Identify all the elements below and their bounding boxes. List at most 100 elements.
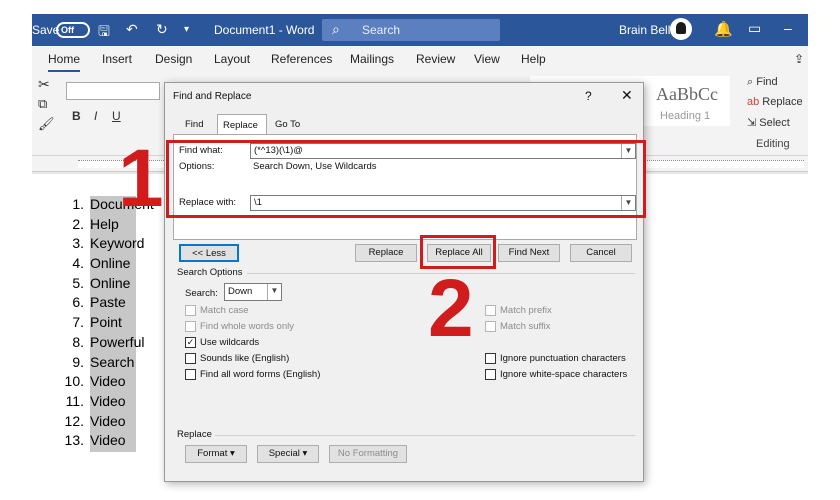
list-item[interactable]: 9. Search	[62, 353, 136, 374]
select-button[interactable]: ⇲ Select	[747, 116, 790, 129]
underline-button[interactable]: U	[112, 109, 121, 123]
tab-mailings[interactable]: Mailings	[350, 52, 394, 66]
search-direction-select[interactable]: Down ▼	[224, 283, 282, 301]
ribbon-tabs: Home Insert Design Layout References Mai…	[32, 46, 808, 73]
chevron-down-icon[interactable]: ▼	[267, 284, 281, 300]
list-item-number: 8.	[72, 333, 84, 350]
checkbox-match-suffix: Match suffix	[485, 321, 551, 332]
redo-icon[interactable]: ↻	[156, 21, 168, 38]
customize-qat-icon[interactable]: ▾	[184, 24, 189, 35]
undo-icon[interactable]: ↶	[126, 21, 138, 38]
find-replace-fields-highlight	[166, 140, 646, 218]
tab-home[interactable]: Home	[48, 52, 81, 73]
format-painter-icon[interactable]: 🖌	[38, 116, 55, 132]
list-item[interactable]: 13. Video	[62, 432, 136, 452]
checkmark-icon: ✓	[185, 337, 196, 348]
share-icon[interactable]: ⇪	[794, 52, 804, 66]
tab-goto[interactable]: Go To	[275, 119, 300, 130]
checkbox-ignore-white-space-characters[interactable]: Ignore white-space characters	[485, 369, 627, 380]
select-label: Select	[759, 117, 790, 129]
checkbox-label: Match case	[200, 305, 249, 316]
list-item[interactable]: 11. Video	[62, 392, 136, 413]
tab-find[interactable]: Find	[185, 119, 203, 130]
format-button[interactable]: Format ▾	[185, 445, 247, 463]
list-item-number: 5.	[72, 274, 84, 291]
copy-icon[interactable]: ⧉	[38, 96, 47, 112]
tab-insert[interactable]: Insert	[102, 52, 132, 66]
list-item[interactable]: 4. Online	[62, 255, 136, 275]
checkbox-box	[185, 305, 196, 316]
find-icon: ⌕	[747, 76, 757, 88]
list-item-number: 13.	[64, 432, 84, 449]
avatar[interactable]	[670, 18, 692, 40]
list-item[interactable]: 3. Keyword	[62, 235, 144, 256]
list-item-number: 12.	[64, 412, 84, 429]
cut-icon[interactable]: ✂	[38, 76, 50, 93]
save-icon[interactable]: 🖫	[98, 21, 110, 45]
minimize-icon[interactable]: –	[784, 20, 792, 36]
list-item-text: Video	[90, 432, 136, 452]
checkbox-ignore-punctuation-characters[interactable]: Ignore punctuation characters	[485, 353, 626, 364]
replace-button[interactable]: Replace	[355, 244, 417, 262]
list-item[interactable]: 12. Video	[62, 412, 136, 433]
list-item-text: Search	[90, 353, 136, 374]
italic-button[interactable]: I	[94, 109, 97, 123]
replace-icon: ab	[747, 96, 763, 108]
close-icon[interactable]: ✕	[621, 87, 633, 104]
divider	[215, 435, 635, 436]
tab-review[interactable]: Review	[416, 52, 455, 66]
bell-icon[interactable]: 🔔	[714, 20, 733, 38]
find-button[interactable]: ⌕ Find	[747, 76, 778, 89]
list-item[interactable]: 10. Video	[62, 373, 136, 393]
list-item[interactable]: 8. Powerful	[62, 333, 144, 354]
checkbox-sounds-like-english[interactable]: Sounds like (English)	[185, 353, 289, 364]
ribbon-display-icon[interactable]: ▭	[748, 20, 761, 37]
style-name[interactable]: Heading 1	[660, 110, 710, 122]
search-direction-value: Down	[228, 286, 253, 297]
list-item[interactable]: 6. Paste	[62, 294, 136, 315]
autosave-toggle[interactable]: Off	[56, 22, 90, 38]
style-preview[interactable]: AaBbCc	[656, 84, 718, 105]
list-item-number: 10.	[64, 373, 84, 390]
find-next-button[interactable]: Find Next	[498, 244, 560, 262]
less-button[interactable]: << Less	[179, 244, 239, 262]
tab-replace[interactable]: Replace	[217, 114, 267, 135]
search-options-label: Search Options	[177, 267, 243, 278]
numbered-list: 1. Document 2. Help 3. Keyword 4. Online 5. Onlin…	[62, 196, 154, 452]
list-item[interactable]: 5. Online	[62, 274, 136, 295]
find-label: Find	[756, 76, 778, 88]
checkbox-box	[485, 305, 496, 316]
list-item-text: Online	[90, 255, 136, 275]
search-box[interactable]: ⌕ Search	[322, 19, 500, 41]
help-button[interactable]: ?	[585, 89, 592, 103]
list-item-text: Video	[90, 373, 136, 393]
cancel-button[interactable]: Cancel	[570, 244, 632, 262]
replace-button[interactable]: ab Replace	[747, 96, 803, 108]
list-item[interactable]: 7. Point	[62, 314, 136, 334]
checkbox-label: Match suffix	[500, 321, 551, 332]
list-item-number: 11.	[65, 392, 84, 409]
checkbox-label: Ignore punctuation characters	[500, 353, 626, 364]
checkbox-find-all-word-forms-english[interactable]: Find all word forms (English)	[185, 369, 320, 380]
font-name-box[interactable]	[66, 82, 160, 100]
tab-view[interactable]: View	[474, 52, 500, 66]
bold-button[interactable]: B	[72, 109, 81, 123]
search-direction-label: Search:	[185, 288, 218, 299]
user-name[interactable]: Brain Bell	[619, 23, 670, 37]
no-formatting-button: No Formatting	[329, 445, 407, 463]
list-item-text: Powerful	[90, 333, 144, 354]
tab-references[interactable]: References	[271, 52, 332, 66]
tab-layout[interactable]: Layout	[214, 52, 250, 66]
replace-section-label: Replace	[177, 429, 212, 440]
checkbox-label: Match prefix	[500, 305, 552, 316]
checkbox-use-wildcards[interactable]: ✓ Use wildcards	[185, 337, 259, 348]
tab-design[interactable]: Design	[155, 52, 192, 66]
checkbox-box	[485, 353, 496, 364]
list-item-number: 1.	[72, 196, 84, 212]
checkbox-label: Use wildcards	[200, 337, 260, 348]
checkbox-label: Sounds like (English)	[200, 353, 290, 364]
select-icon: ⇲	[747, 117, 760, 129]
checkbox-box	[185, 369, 196, 380]
tab-help[interactable]: Help	[521, 52, 546, 66]
special-button[interactable]: Special ▾	[257, 445, 319, 463]
